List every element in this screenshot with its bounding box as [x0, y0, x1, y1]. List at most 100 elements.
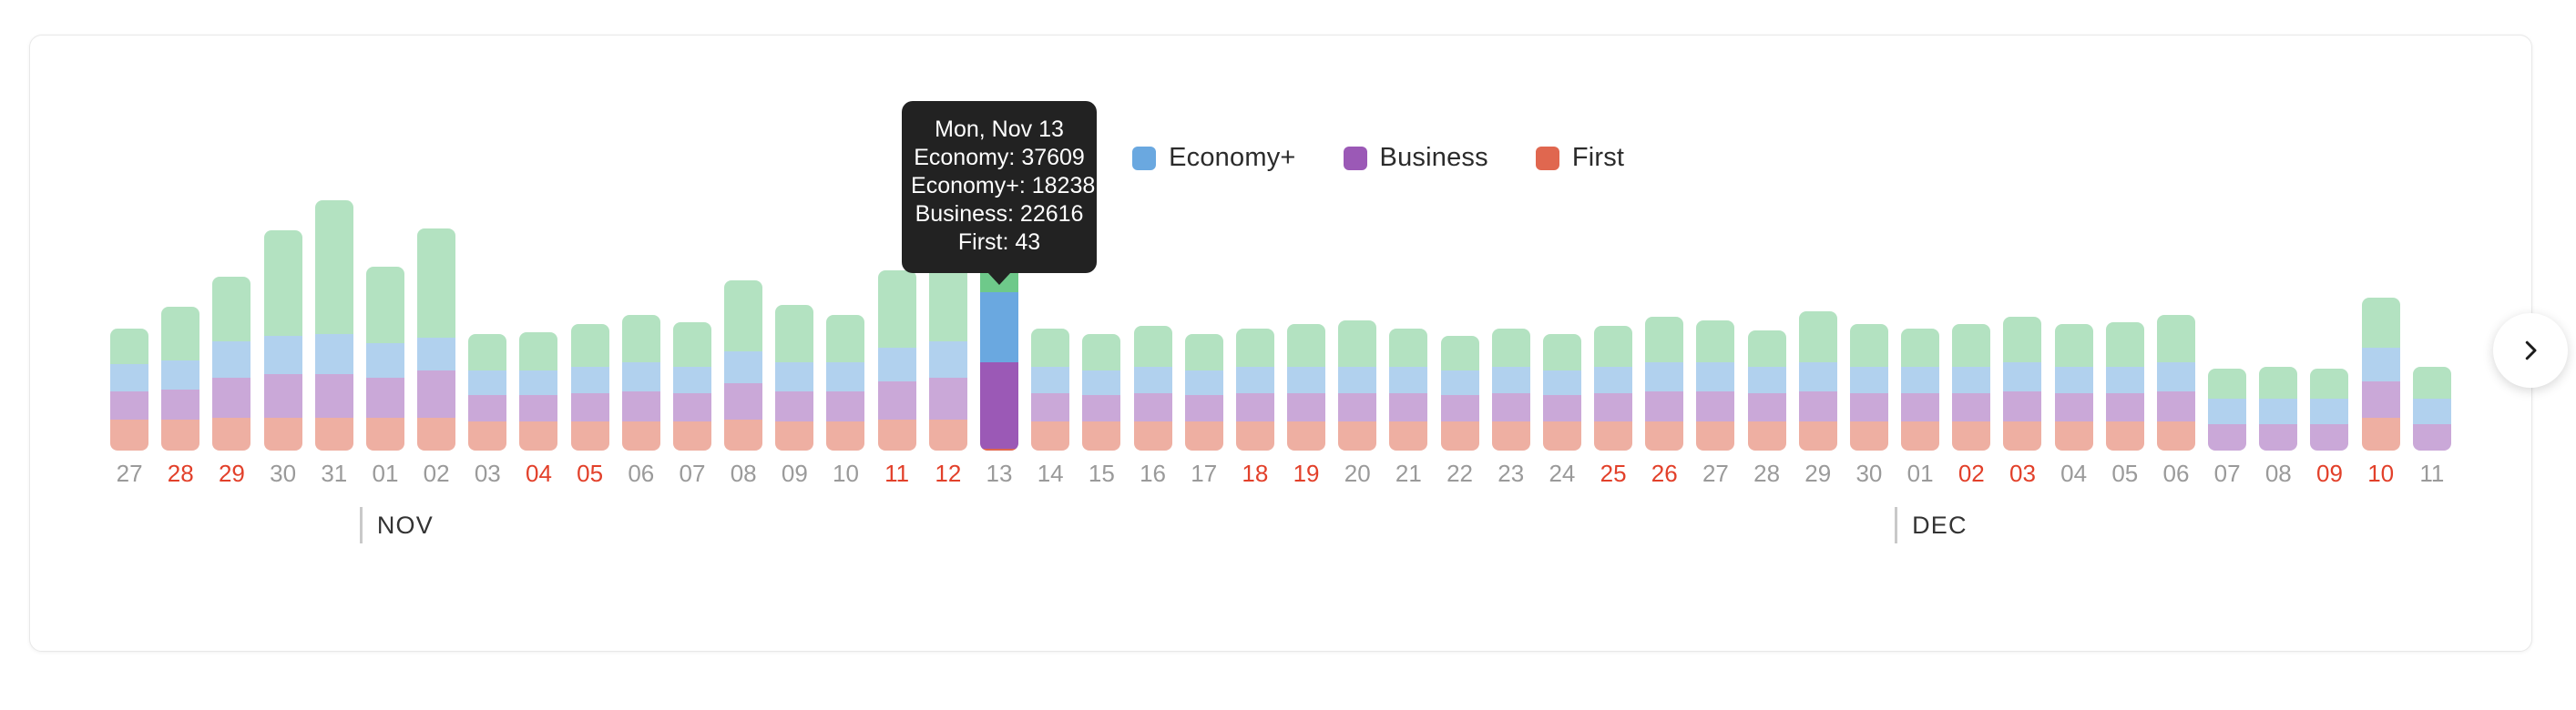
bar-stack[interactable] — [1952, 324, 1991, 451]
stacked-bars-row — [104, 86, 2458, 451]
bar-stack[interactable] — [1184, 333, 1223, 451]
day-label: 02 — [423, 460, 450, 487]
bar-stack[interactable] — [1747, 330, 1786, 451]
bar-stack[interactable] — [775, 305, 814, 451]
bar-stack[interactable] — [2259, 366, 2298, 451]
bar-cell[interactable] — [1179, 86, 1230, 451]
bar-stack[interactable] — [621, 314, 660, 451]
bar-cell[interactable] — [513, 86, 564, 451]
bar-cell[interactable] — [155, 86, 206, 451]
bar-cell[interactable] — [1742, 86, 1793, 451]
bar-cell[interactable] — [462, 86, 513, 451]
bar-cell[interactable] — [2100, 86, 2151, 451]
bar-segment-economy — [1747, 330, 1786, 367]
bar-stack[interactable] — [263, 230, 302, 451]
bar-stack[interactable] — [570, 324, 609, 451]
bar-cell[interactable] — [872, 86, 923, 451]
bar-stack[interactable] — [1696, 320, 1735, 451]
bar-stack[interactable] — [2156, 314, 2195, 451]
bar-stack[interactable] — [1645, 316, 1684, 451]
bar-stack[interactable] — [1440, 335, 1479, 451]
bar-cell[interactable] — [1895, 86, 1946, 451]
bar-cell[interactable] — [1946, 86, 1997, 451]
bar-stack[interactable] — [2054, 324, 2093, 451]
bar-cell[interactable] — [1639, 86, 1690, 451]
bar-cell[interactable] — [769, 86, 820, 451]
bar-cell[interactable] — [1281, 86, 1332, 451]
bar-stack[interactable] — [1542, 333, 1581, 451]
bar-cell[interactable] — [104, 86, 155, 451]
bar-stack[interactable] — [2003, 316, 2042, 451]
bar-cell[interactable] — [1690, 86, 1741, 451]
bar-cell[interactable] — [2202, 86, 2253, 451]
bar-segment-economy — [2259, 366, 2298, 400]
bar-stack[interactable] — [1235, 328, 1274, 451]
bar-cell[interactable] — [565, 86, 616, 451]
bar-cell[interactable] — [258, 86, 309, 451]
bar-cell[interactable] — [1230, 86, 1281, 451]
bar-stack[interactable] — [877, 270, 916, 451]
bar-stack[interactable] — [928, 241, 967, 451]
bar-stack[interactable] — [1849, 324, 1888, 451]
bar-segment-economy — [1645, 316, 1684, 363]
bar-stack[interactable] — [1287, 324, 1326, 451]
bar-cell[interactable] — [667, 86, 718, 451]
bar-stack[interactable] — [672, 322, 711, 451]
bar-cell[interactable] — [2253, 86, 2304, 451]
bar-cell[interactable] — [616, 86, 667, 451]
bar-stack[interactable] — [980, 148, 1018, 451]
bar-cell[interactable] — [1383, 86, 1434, 451]
bar-stack[interactable] — [468, 333, 507, 451]
bar-stack[interactable] — [2208, 368, 2247, 451]
bar-cell[interactable] — [2304, 86, 2355, 451]
bar-cell[interactable] — [820, 86, 871, 451]
bar-stack[interactable] — [2412, 366, 2451, 451]
bar-cell[interactable] — [2407, 86, 2458, 451]
bar-stack[interactable] — [212, 276, 251, 451]
bar-stack[interactable] — [1133, 326, 1172, 451]
next-page-button[interactable] — [2493, 313, 2568, 388]
bar-stack[interactable] — [365, 267, 404, 451]
bar-stack[interactable] — [2361, 297, 2400, 451]
bar-stack[interactable] — [417, 228, 456, 451]
bar-stack[interactable] — [1491, 328, 1530, 451]
bar-stack[interactable] — [1082, 333, 1121, 451]
bar-stack[interactable] — [314, 199, 353, 451]
bar-cell[interactable] — [2356, 86, 2407, 451]
bar-cell[interactable] — [1025, 86, 1076, 451]
bar-stack[interactable] — [519, 331, 558, 451]
bar-stack[interactable] — [1798, 310, 1837, 451]
bar-stack[interactable] — [1338, 320, 1377, 451]
bar-cell[interactable] — [1076, 86, 1127, 451]
day-label: 17 — [1191, 460, 1218, 487]
bar-cell[interactable] — [2151, 86, 2202, 451]
bar-cell[interactable] — [411, 86, 462, 451]
bar-cell[interactable] — [1588, 86, 1639, 451]
bar-cell[interactable] — [718, 86, 769, 451]
bar-cell[interactable] — [1486, 86, 1537, 451]
bar-cell[interactable] — [1793, 86, 1844, 451]
bar-cell[interactable] — [974, 86, 1025, 451]
bar-cell[interactable] — [1127, 86, 1178, 451]
bar-stack[interactable] — [1031, 328, 1070, 451]
bar-cell[interactable] — [2049, 86, 2100, 451]
bar-cell[interactable] — [1332, 86, 1383, 451]
bar-stack[interactable] — [110, 328, 149, 451]
bar-cell[interactable] — [1844, 86, 1895, 451]
bar-stack[interactable] — [724, 279, 763, 451]
bar-stack[interactable] — [2105, 322, 2144, 451]
bar-cell[interactable] — [1537, 86, 1588, 451]
bar-stack[interactable] — [826, 314, 865, 451]
bar-cell[interactable] — [923, 86, 974, 451]
bar-cell[interactable] — [1997, 86, 2048, 451]
bar-segment-economy — [1133, 326, 1172, 367]
bar-cell[interactable] — [309, 86, 360, 451]
bar-stack[interactable] — [1389, 328, 1428, 451]
bar-cell[interactable] — [1434, 86, 1485, 451]
bar-stack[interactable] — [1901, 328, 1940, 451]
bar-cell[interactable] — [360, 86, 411, 451]
bar-cell[interactable] — [206, 86, 257, 451]
bar-stack[interactable] — [161, 307, 200, 451]
bar-stack[interactable] — [2310, 368, 2349, 451]
bar-stack[interactable] — [1594, 326, 1633, 451]
